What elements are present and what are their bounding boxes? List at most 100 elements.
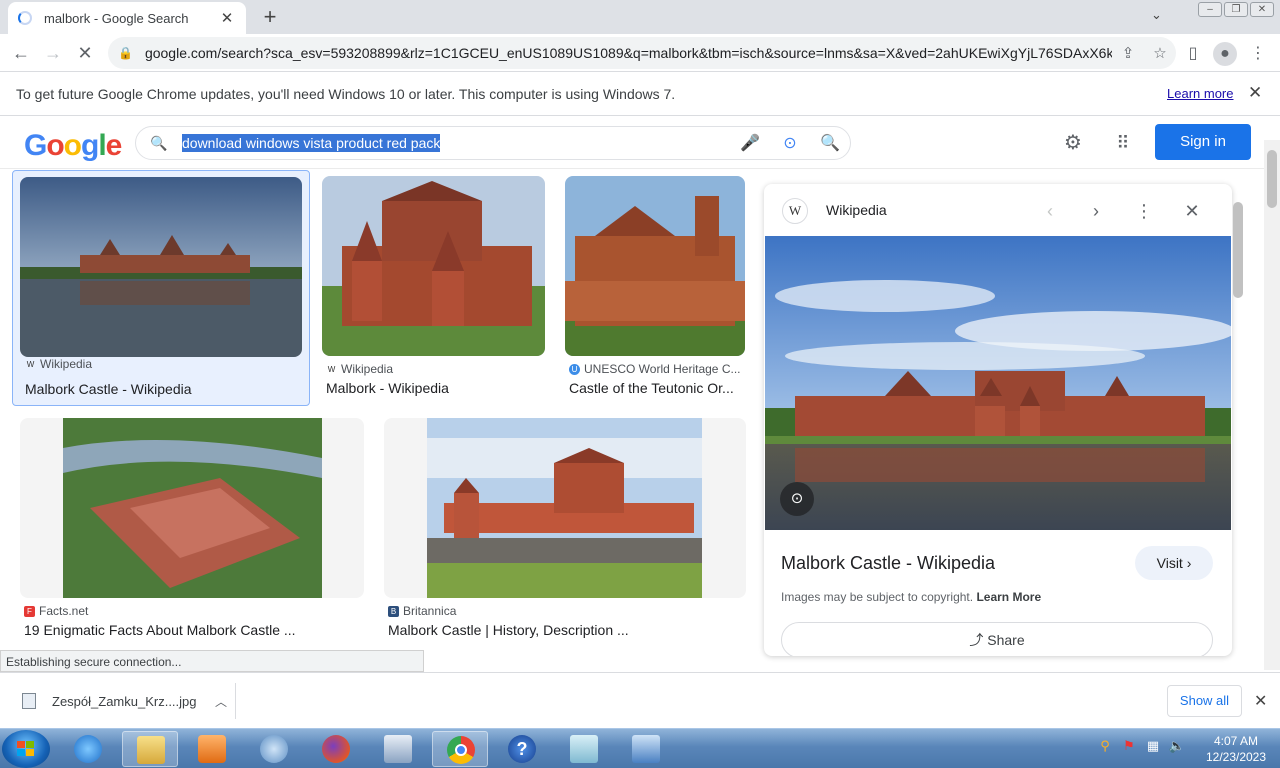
panel-title[interactable]: Malbork Castle - Wikipedia: [781, 553, 995, 574]
share-page-icon[interactable]: ⇪: [1112, 44, 1144, 62]
window-close-icon[interactable]: ✕: [1250, 2, 1274, 17]
tab-google-search[interactable]: malbork - Google Search ✕: [8, 2, 246, 34]
apps-grid-icon[interactable]: ⠿: [1111, 131, 1135, 155]
globe-icon: [260, 735, 288, 763]
url-text[interactable]: google.com/search?sca_esv=593208899&rlz=…: [145, 45, 1112, 61]
more-options-icon[interactable]: ⋮: [1130, 197, 1158, 225]
tab-title: malbork - Google Search: [44, 10, 189, 26]
start-button[interactable]: [2, 730, 50, 768]
learn-more-link[interactable]: Learn more: [1167, 86, 1233, 101]
google-logo[interactable]: Google: [24, 129, 122, 163]
download-shelf: Zespół_Zamku_Krz....jpg ︿ Show all ✕: [0, 672, 1280, 728]
result-title[interactable]: Castle of the Teutonic Or...: [569, 380, 745, 396]
chrome-menu-icon[interactable]: ⋮: [1246, 42, 1270, 66]
image-results: W Wikipedia Malbork Castle - Wikipedia W…: [0, 170, 760, 670]
settings-gear-icon[interactable]: ⚙: [1061, 131, 1085, 155]
firefox-icon: [322, 735, 350, 763]
chevron-up-icon[interactable]: ︿: [207, 693, 235, 710]
britannica-favicon-icon: B: [388, 605, 399, 617]
image-file-icon: [22, 693, 36, 709]
visual-search-lens-icon[interactable]: ⊙: [780, 482, 814, 516]
profile-avatar-icon[interactable]: ●: [1213, 42, 1237, 66]
lock-icon[interactable]: 🔒: [118, 46, 133, 60]
download-shelf-close-icon[interactable]: ✕: [1254, 691, 1267, 711]
result-title[interactable]: Malbork - Wikipedia: [326, 380, 546, 396]
panel-source-name[interactable]: Wikipedia: [826, 202, 887, 218]
next-chevron-icon[interactable]: ›: [1082, 197, 1110, 225]
result-card[interactable]: B Britannica Malbork Castle | History, D…: [384, 418, 746, 646]
preview-image[interactable]: [765, 236, 1231, 530]
wikipedia-favicon-icon: W: [327, 364, 336, 374]
result-thumbnail[interactable]: [384, 418, 746, 598]
taskbar-clock[interactable]: 4:07 AM 12/23/2023: [1196, 733, 1276, 765]
taskbar-help[interactable]: ?: [494, 731, 550, 767]
copyright-learn-more-link[interactable]: Learn More: [976, 590, 1041, 604]
download-file-name[interactable]: Zespół_Zamku_Krz....jpg: [52, 694, 207, 709]
new-tab-button[interactable]: +: [258, 4, 282, 30]
search-query[interactable]: download windows vista product red pack: [182, 134, 441, 152]
previous-chevron-icon[interactable]: ‹: [1036, 197, 1064, 225]
share-button[interactable]: ⤴ Share: [781, 622, 1213, 656]
download-item[interactable]: Zespół_Zamku_Krz....jpg ︿: [16, 683, 236, 719]
side-panel-icon[interactable]: ▯: [1181, 42, 1205, 66]
result-card[interactable]: W Wikipedia Malbork - Wikipedia: [322, 170, 546, 406]
windows-logo-icon: [17, 741, 35, 757]
factsnet-favicon-icon: F: [24, 605, 35, 617]
taskbar-keyboard-app[interactable]: [370, 731, 426, 767]
forward-arrow-icon[interactable]: →: [40, 40, 66, 66]
result-card[interactable]: F Facts.net 19 Enigmatic Facts About Mal…: [20, 418, 364, 646]
wikipedia-logo-icon: W: [782, 198, 808, 224]
taskbar-remote-desktop[interactable]: [618, 731, 674, 767]
taskbar-media-player[interactable]: [184, 731, 240, 767]
result-card[interactable]: W Wikipedia Malbork Castle - Wikipedia: [12, 170, 310, 406]
result-source: W Wikipedia: [327, 362, 394, 376]
google-lens-icon[interactable]: ⊙: [770, 133, 810, 153]
taskbar-internet-explorer[interactable]: [60, 731, 116, 767]
back-arrow-icon[interactable]: ←: [8, 40, 34, 66]
tab-search-chevron-icon[interactable]: ⌄: [1151, 7, 1162, 23]
show-all-downloads-button[interactable]: Show all: [1167, 685, 1242, 717]
panel-scrollbar[interactable]: [1232, 192, 1244, 652]
taskbar-firefox[interactable]: [308, 731, 364, 767]
clock-time: 4:07 AM: [1213, 734, 1259, 748]
result-source: W Wikipedia: [26, 357, 93, 371]
result-thumbnail[interactable]: [20, 177, 302, 357]
page-scrollbar[interactable]: [1264, 140, 1280, 670]
loading-spinner-icon: [18, 11, 32, 25]
panel-close-icon[interactable]: ✕: [1178, 197, 1206, 225]
tray-network-icon[interactable]: ▦: [1144, 738, 1162, 756]
address-bar[interactable]: 🔒 google.com/search?sca_esv=593208899&rl…: [108, 37, 1176, 69]
share-icon: ⤴: [969, 632, 988, 648]
taskbar-notes[interactable]: [556, 731, 612, 767]
minimize-icon[interactable]: –: [1198, 2, 1222, 17]
taskbar-app-globe[interactable]: [246, 731, 302, 767]
result-title[interactable]: Malbork Castle | History, Description ..…: [388, 622, 744, 638]
tray-flag-icon[interactable]: ⚑: [1120, 738, 1138, 756]
bookmark-star-icon[interactable]: ☆: [1144, 44, 1176, 62]
clock-date: 12/23/2023: [1205, 750, 1267, 764]
stop-loading-icon[interactable]: ✕: [72, 40, 98, 66]
restore-icon[interactable]: ❐: [1224, 2, 1248, 17]
result-thumbnail[interactable]: [565, 176, 745, 356]
windows-taskbar: ? ⚲ ⚑ ▦ 🔈 4:07 AM 12/23/2023: [0, 728, 1280, 768]
visit-button[interactable]: Visit ›: [1135, 546, 1213, 580]
tray-search-icon[interactable]: ⚲: [1096, 738, 1114, 756]
tab-close-icon[interactable]: ✕: [218, 9, 236, 27]
infobar-close-icon[interactable]: ✕: [1248, 83, 1262, 103]
result-title[interactable]: Malbork Castle - Wikipedia: [25, 381, 305, 397]
taskbar-file-explorer[interactable]: [122, 731, 178, 767]
result-thumbnail[interactable]: [20, 418, 364, 598]
result-card[interactable]: U UNESCO World Heritage C... Castle of t…: [565, 170, 745, 406]
taskbar-chrome[interactable]: [432, 731, 488, 767]
media-player-icon: [198, 735, 226, 763]
sign-in-button[interactable]: Sign in: [1155, 124, 1251, 160]
search-box[interactable]: 🔍 download windows vista product red pac…: [135, 126, 851, 160]
search-submit-icon[interactable]: 🔍: [810, 133, 850, 153]
copyright-notice: Images may be subject to copyright. Lear…: [781, 590, 1042, 604]
result-source: B Britannica: [388, 604, 456, 618]
tray-volume-icon[interactable]: 🔈: [1168, 738, 1186, 756]
result-title[interactable]: 19 Enigmatic Facts About Malbork Castle …: [24, 622, 364, 638]
browser-toolbar: ← → ✕ 🔒 google.com/search?sca_esv=593208…: [0, 34, 1280, 72]
microphone-icon[interactable]: 🎤: [730, 133, 770, 153]
result-thumbnail[interactable]: [322, 176, 545, 356]
